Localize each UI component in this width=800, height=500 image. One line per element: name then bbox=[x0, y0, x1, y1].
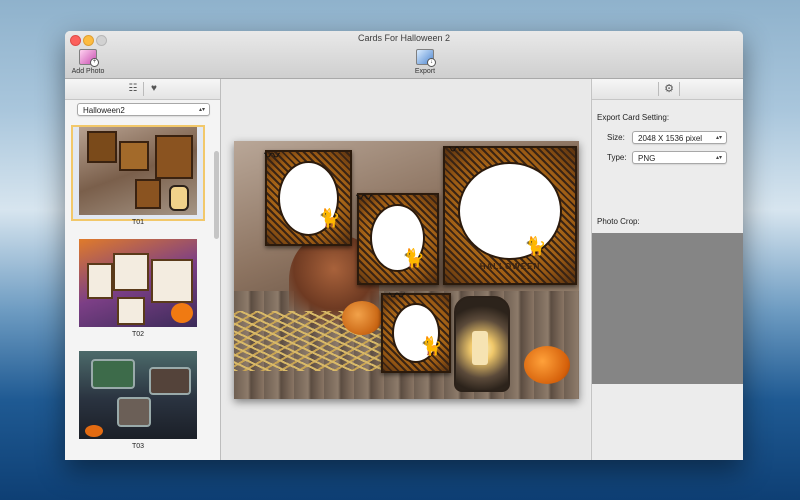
heart-icon[interactable]: ♥ bbox=[147, 83, 161, 95]
select-arrows-icon: ▴▾ bbox=[715, 155, 722, 161]
black-cat-icon: 🐈 bbox=[318, 208, 341, 228]
black-cat-icon: 🐈 bbox=[402, 248, 425, 268]
template-thumbnail bbox=[79, 351, 197, 439]
template-sidebar: ☷ ♥ Halloween2 ▴▾ T01 T02 T03 bbox=[65, 79, 221, 460]
template-thumbnail bbox=[79, 239, 197, 327]
export-label: Export bbox=[414, 68, 436, 75]
export-setting-heading: Export Card Setting: bbox=[597, 113, 670, 122]
size-select[interactable]: 2048 X 1536 pixel ▴▾ bbox=[632, 131, 727, 144]
bat-icon: 〰 bbox=[356, 190, 373, 207]
black-cat-icon: 🐈 bbox=[524, 236, 547, 256]
export-settings-panel: ⚙ Export Card Setting: Size: 2048 X 1536… bbox=[591, 79, 743, 460]
candle-decoration bbox=[472, 331, 488, 365]
bat-icon: 〰 bbox=[389, 288, 406, 305]
bat-icon: 〰 bbox=[449, 142, 466, 159]
export-icon: ↓ bbox=[416, 49, 436, 67]
type-select-value: PNG bbox=[638, 154, 656, 163]
photo-crop-label: Photo Crop: bbox=[597, 217, 640, 226]
app-window: Cards For Halloween 2 + Add Photo ↓ Expo… bbox=[65, 31, 743, 460]
template-list-scrollbar[interactable] bbox=[214, 151, 219, 239]
pumpkin-decoration bbox=[342, 301, 382, 335]
add-photo-button[interactable]: + Add Photo bbox=[71, 49, 105, 75]
template-item-t01[interactable]: T01 bbox=[71, 125, 205, 235]
inspector-toolbar: ⚙ bbox=[592, 79, 743, 100]
export-button[interactable]: ↓ Export bbox=[410, 49, 440, 75]
template-list: T01 T02 T03 bbox=[71, 125, 205, 460]
template-thumbnail bbox=[79, 127, 197, 215]
card-preview-area: HALLOWEEN 〰 〰 〰 〰 🐈 🐈 🐈 🐈 bbox=[221, 79, 590, 460]
gear-icon[interactable]: ⚙ bbox=[658, 82, 680, 96]
add-photo-icon: + bbox=[79, 49, 99, 67]
type-select[interactable]: PNG ▴▾ bbox=[632, 151, 727, 164]
template-label: T02 bbox=[131, 331, 145, 338]
sidebar-segmented-control: ☷ ♥ bbox=[65, 79, 220, 100]
halloween-text: HALLOWEEN bbox=[479, 262, 541, 271]
template-item-t02[interactable]: T02 bbox=[71, 237, 205, 347]
grid-icon[interactable]: ☷ bbox=[126, 83, 140, 95]
select-arrows-icon: ▴▾ bbox=[715, 135, 722, 141]
template-label: T01 bbox=[131, 219, 145, 226]
select-arrows-icon: ▴▾ bbox=[198, 107, 205, 113]
photo-frame-3[interactable]: HALLOWEEN bbox=[443, 146, 577, 285]
size-select-value: 2048 X 1536 pixel bbox=[638, 134, 703, 143]
photo-frame-4[interactable] bbox=[381, 293, 451, 373]
size-label: Size: bbox=[607, 133, 625, 142]
card-preview[interactable]: HALLOWEEN 〰 〰 〰 〰 🐈 🐈 🐈 🐈 bbox=[234, 141, 579, 399]
add-photo-label: Add Photo bbox=[71, 68, 105, 75]
theme-select-value: Halloween2 bbox=[83, 106, 125, 115]
template-label: T03 bbox=[131, 443, 145, 450]
photo-crop-area[interactable] bbox=[592, 233, 743, 384]
jack-o-lantern-decoration bbox=[524, 346, 570, 384]
window-title: Cards For Halloween 2 bbox=[357, 33, 451, 43]
type-label: Type: bbox=[607, 153, 627, 162]
bat-icon: 〰 bbox=[264, 148, 281, 165]
theme-select[interactable]: Halloween2 ▴▾ bbox=[77, 103, 210, 116]
black-cat-icon: 🐈 bbox=[420, 336, 443, 356]
template-item-t03[interactable]: T03 bbox=[71, 349, 205, 459]
title-bar: Cards For Halloween 2 + Add Photo ↓ Expo… bbox=[65, 31, 743, 79]
